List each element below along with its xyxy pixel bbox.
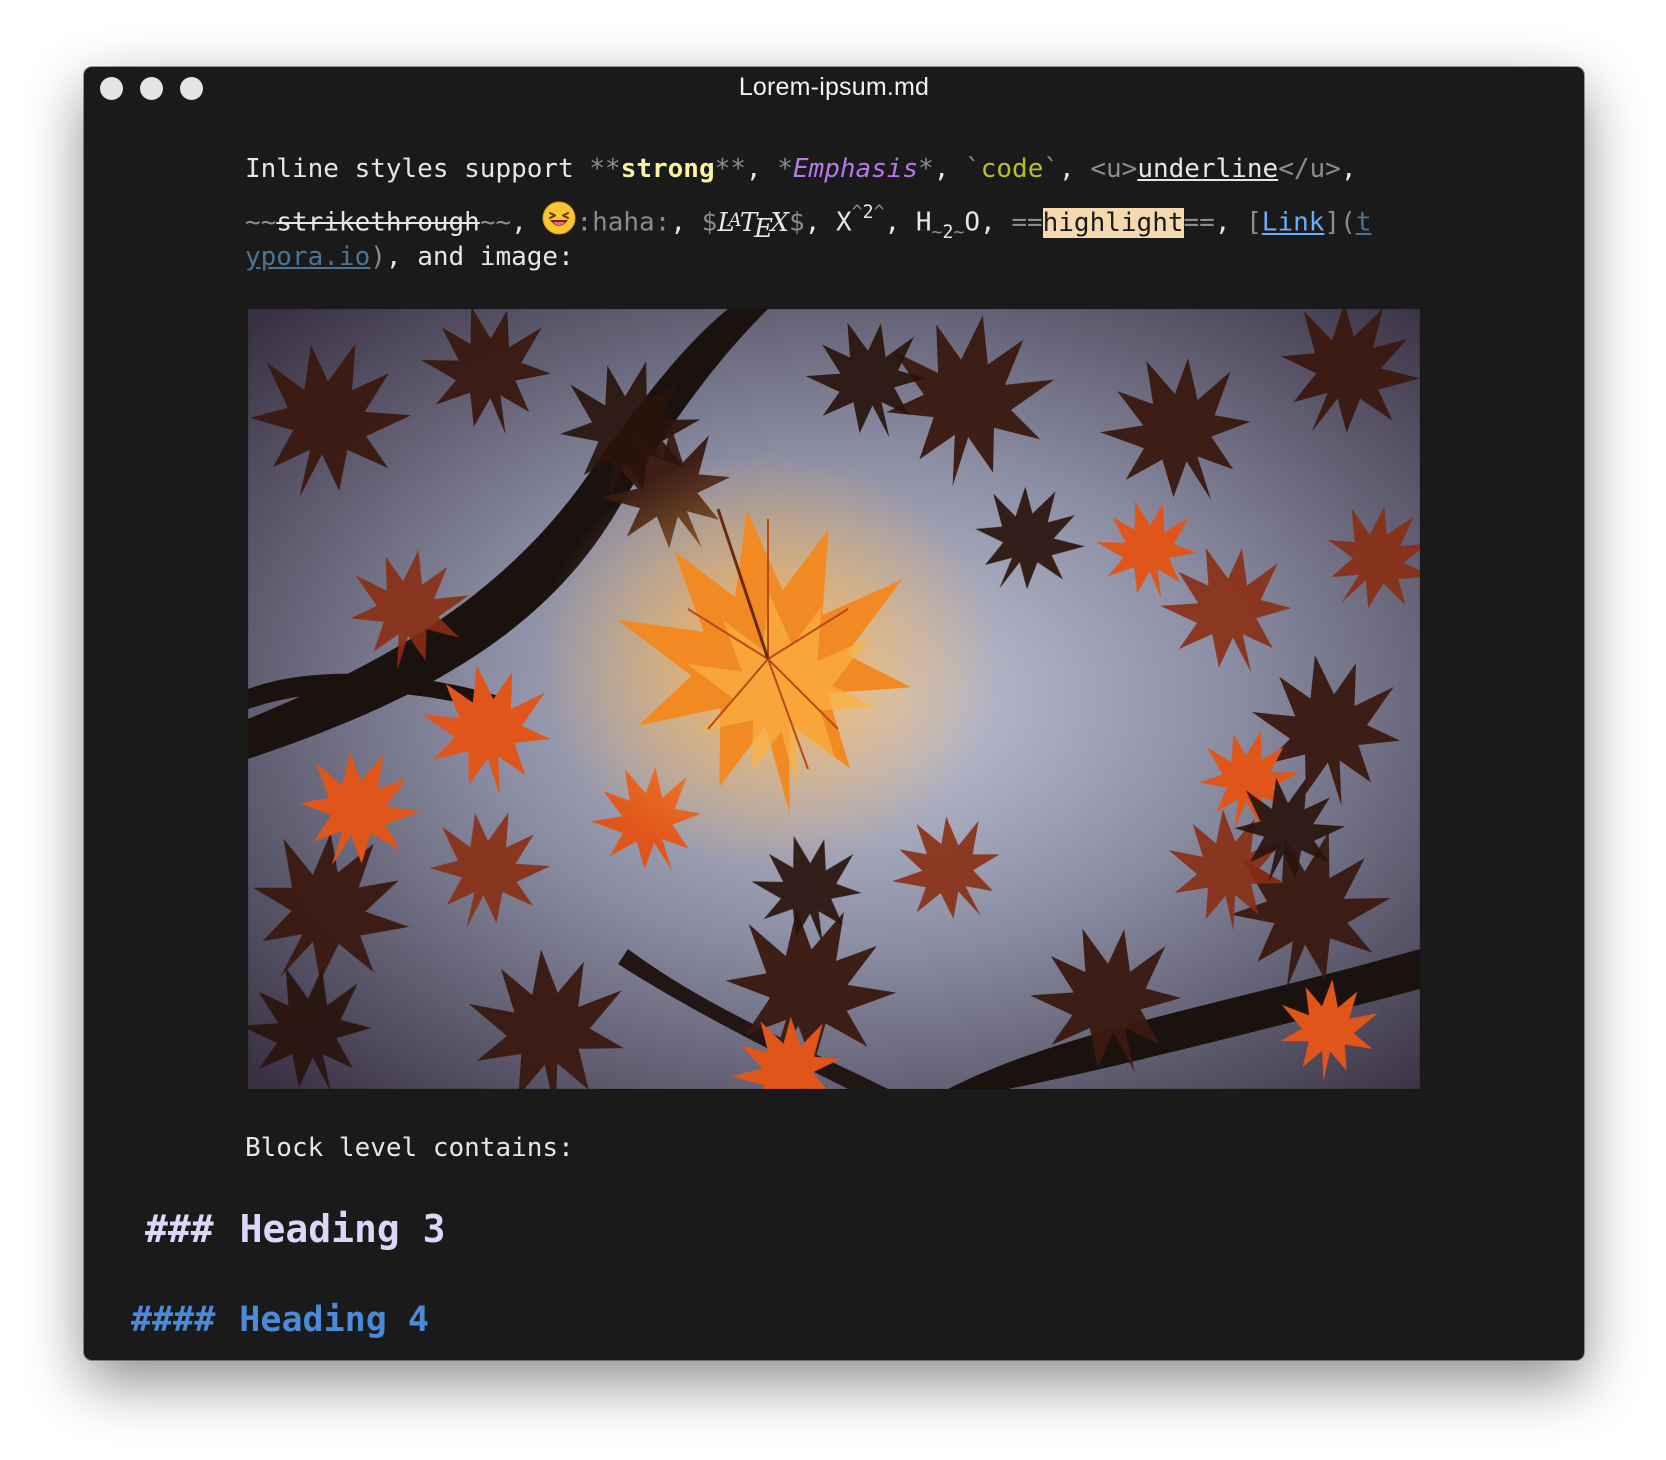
superscript-text: 2 — [862, 202, 874, 223]
paragraph-line-3: ypora.io), and image: — [245, 235, 1365, 279]
window-title: Lorem-ipsum.md — [738, 73, 930, 101]
block-level-label: Block level contains: — [245, 1133, 574, 1163]
emphasis-marker-close: * — [918, 154, 934, 184]
latex-marker-open: $ — [701, 207, 718, 238]
subscript: ~2~ — [931, 222, 964, 243]
heading-4-marker: #### — [131, 1300, 216, 1340]
superscript-marker-close: ^ — [873, 202, 885, 223]
subscript-text: 2 — [942, 222, 954, 243]
separator: , — [511, 207, 543, 238]
separator: , — [1340, 154, 1357, 184]
separator: , — [804, 207, 836, 238]
editor-window: Lorem-ipsum.md Inline styles support **s… — [84, 67, 1584, 1360]
code-marker-open: ` — [965, 154, 981, 184]
link-url-start[interactable]: t — [1356, 208, 1372, 238]
emphasis-marker-open: * — [777, 154, 793, 184]
title-bar: Lorem-ipsum.md — [84, 67, 1584, 111]
superscript-base: X — [836, 207, 852, 238]
subscript-base: H — [915, 207, 932, 238]
separator: , — [745, 154, 778, 184]
laughing-face-icon — [542, 201, 576, 235]
strong-marker-close: ** — [714, 154, 746, 184]
strong-marker-open: ** — [589, 154, 621, 184]
heading-4[interactable]: #### Heading 4 — [131, 1297, 429, 1343]
latex-x: X — [770, 207, 790, 238]
heading-4-text: Heading 4 — [239, 1300, 429, 1340]
separator: , — [670, 207, 702, 238]
strong-text: strong — [620, 154, 715, 184]
underline-tag-close: </u> — [1278, 154, 1341, 184]
emphasis-text: Emphasis — [792, 154, 919, 184]
link-paren-close: ) — [370, 242, 386, 272]
superscript: ^2^ — [852, 202, 885, 223]
strike-marker-close: ~~ — [479, 207, 512, 238]
link-bracket-mid: ]( — [1324, 207, 1356, 238]
highlight-marker-close: == — [1183, 207, 1215, 238]
underline-text: underline — [1137, 154, 1279, 184]
paragraph-line-1: Inline styles support **strong**, *Empha… — [245, 147, 1365, 191]
separator: , — [884, 207, 916, 238]
separator: , — [1214, 207, 1247, 238]
subscript-marker-close: ~ — [953, 222, 965, 243]
heading-3-text: Heading 3 — [239, 1207, 446, 1251]
emoji-code: :haha: — [576, 207, 671, 238]
latex-marker-close: $ — [789, 207, 805, 238]
heading-3-marker: ### — [145, 1207, 214, 1251]
strikethrough-text: strikethrough — [276, 207, 480, 238]
separator: , — [980, 207, 1012, 238]
subscript-after: O — [964, 207, 980, 238]
link-text[interactable]: Link — [1262, 208, 1325, 238]
superscript-marker-open: ^ — [851, 202, 863, 223]
latex-rendered: LATEX — [717, 207, 790, 245]
separator: , — [933, 154, 966, 184]
heading-3[interactable]: ### Heading 3 — [145, 1204, 446, 1254]
subscript-marker-open: ~ — [931, 222, 943, 243]
image-canvas — [248, 309, 1420, 1089]
highlight-marker-open: == — [1011, 207, 1043, 238]
paragraph-tail: , and image: — [385, 242, 574, 272]
underline-tag-open: <u> — [1090, 154, 1138, 184]
intro-text: Inline styles support — [245, 154, 590, 184]
inline-code-text: code — [980, 154, 1044, 184]
link-bracket-open: [ — [1246, 207, 1262, 238]
highlight-text: highlight — [1042, 207, 1184, 238]
autumn-leaves-image[interactable] — [248, 309, 1420, 1089]
separator: , — [1059, 154, 1091, 184]
strike-marker-open: ~~ — [245, 207, 277, 238]
code-marker-close: ` — [1043, 154, 1060, 184]
link-url-end[interactable]: ypora.io — [245, 242, 370, 272]
inline-styles-paragraph[interactable]: Inline styles support **strong**, *Empha… — [245, 147, 1371, 279]
paragraph-line-2: ~~strikethrough~~, :haha:, $LATEX$, X^2^… — [245, 191, 1371, 245]
